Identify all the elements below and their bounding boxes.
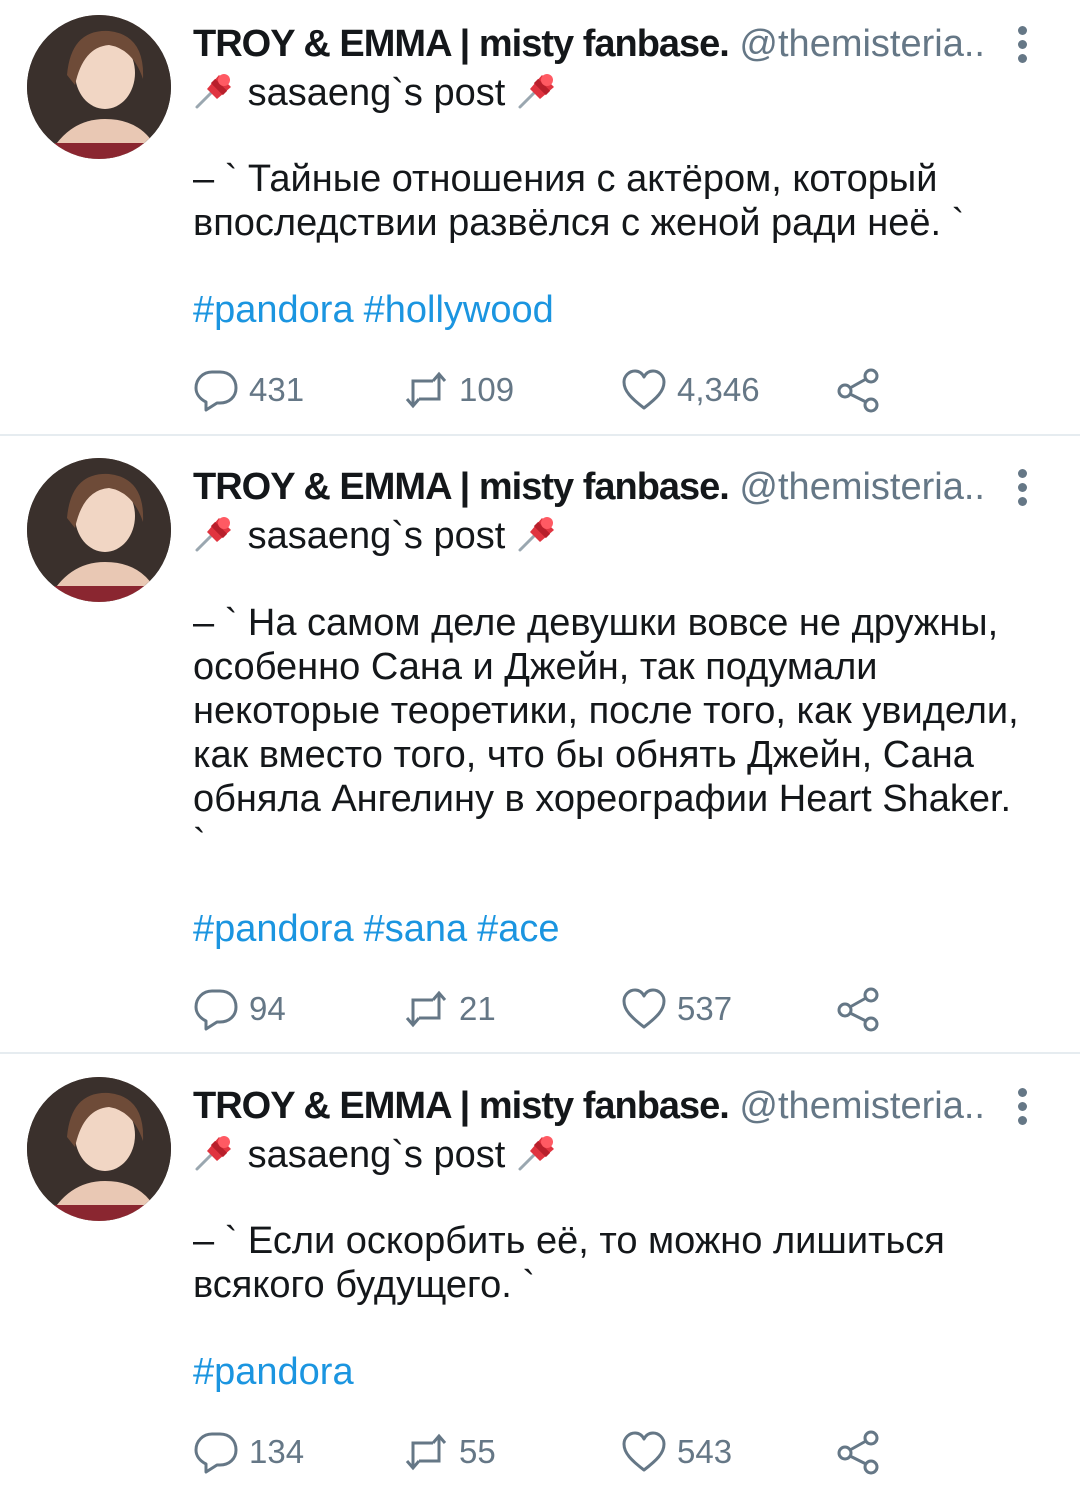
reply-count: 431 (249, 371, 305, 408)
reply-button[interactable]: 134 (193, 1428, 304, 1476)
tweet-actions: 431 109 4,346 (193, 366, 913, 414)
retweet-icon (405, 1433, 447, 1471)
author-name[interactable]: TROY & EMMA | misty fanbase. (193, 1085, 730, 1127)
retweet-count: 55 (459, 1433, 496, 1470)
pushpin-icon (516, 67, 560, 111)
hashtag-link[interactable]: #pandora (193, 289, 354, 331)
reply-icon (194, 989, 238, 1031)
retweet-icon (405, 371, 447, 409)
retweet-icon (405, 990, 447, 1028)
hashtags: #pandora #sana #ace (193, 905, 570, 953)
tweet[interactable]: TROY & EMMA | misty fanbase. @themisteri… (0, 443, 1080, 1053)
like-count: 543 (677, 1433, 733, 1470)
like-count: 537 (677, 990, 733, 1027)
avatar[interactable] (27, 1077, 171, 1221)
author-handle[interactable]: @themisteria.. (739, 1085, 985, 1127)
tweet[interactable]: TROY & EMMA | misty fanbase. @themisteri… (0, 0, 1080, 436)
retweet-count: 21 (459, 990, 496, 1027)
tweet-divider (0, 1052, 1080, 1054)
share-button[interactable] (835, 366, 881, 414)
tweet-actions: 94 21 537 (193, 985, 913, 1033)
hashtag-link[interactable]: #sana (364, 908, 468, 950)
tweet-divider (0, 434, 1080, 436)
author-handle[interactable]: @themisteria.. (739, 23, 985, 65)
more-icon[interactable] (1010, 469, 1034, 509)
reply-button[interactable]: 94 (193, 985, 286, 1033)
share-button[interactable] (835, 1428, 881, 1476)
pushpin-icon (193, 1129, 237, 1173)
retweet-button[interactable]: 55 (403, 1428, 496, 1476)
pinned-label: sasaeng`s post (193, 67, 560, 117)
retweet-count: 109 (459, 371, 515, 408)
tweet-text: – ` На самом деле девушки вовсе не дружн… (193, 602, 1019, 864)
like-button[interactable]: 537 (621, 985, 732, 1033)
hashtag-link[interactable]: #pandora (193, 1351, 354, 1393)
hashtags: #pandora (193, 1348, 364, 1396)
avatar[interactable] (27, 458, 171, 602)
pinned-label: sasaeng`s post (193, 1129, 560, 1179)
tweet-feed: TROY & EMMA | misty fanbase. @themisteri… (0, 0, 1080, 1490)
pinned-text: sasaeng`s post (247, 72, 506, 114)
heart-icon (622, 1431, 666, 1472)
pushpin-icon (516, 510, 560, 554)
tweet-text: – ` Тайные отношения с актёром, который … (193, 158, 965, 244)
share-icon (837, 1430, 879, 1475)
hashtags: #pandora #hollywood (193, 286, 564, 334)
retweet-button[interactable]: 21 (403, 985, 496, 1033)
tweet-text: – ` Если оскорбить её, то можно лишиться… (193, 1220, 945, 1306)
tweet-header: TROY & EMMA | misty fanbase. @themisteri… (193, 463, 1003, 511)
tweet-actions: 134 55 543 (193, 1428, 913, 1476)
share-icon (837, 987, 879, 1032)
pushpin-icon (516, 1129, 560, 1173)
author-name[interactable]: TROY & EMMA | misty fanbase. (193, 23, 730, 65)
tweet[interactable]: TROY & EMMA | misty fanbase. @themisteri… (0, 1062, 1080, 1490)
retweet-button[interactable]: 109 (403, 366, 514, 414)
hashtag-link[interactable]: #pandora (193, 908, 354, 950)
share-icon (837, 368, 879, 413)
hashtag-link[interactable]: #ace (477, 908, 559, 950)
like-button[interactable]: 543 (621, 1428, 732, 1476)
avatar[interactable] (27, 15, 171, 159)
reply-count: 94 (249, 990, 286, 1027)
more-icon[interactable] (1010, 26, 1034, 66)
reply-count: 134 (249, 1433, 305, 1470)
author-handle[interactable]: @themisteria.. (739, 466, 985, 508)
pinned-text: sasaeng`s post (247, 515, 506, 557)
reply-icon (194, 1432, 238, 1474)
tweet-header: TROY & EMMA | misty fanbase. @themisteri… (193, 20, 1003, 68)
pinned-label: sasaeng`s post (193, 510, 560, 560)
heart-icon (622, 988, 666, 1029)
reply-icon (194, 370, 238, 412)
pushpin-icon (193, 67, 237, 111)
pinned-text: sasaeng`s post (247, 1134, 506, 1176)
more-icon[interactable] (1010, 1088, 1034, 1128)
tweet-header: TROY & EMMA | misty fanbase. @themisteri… (193, 1082, 1003, 1130)
heart-icon (622, 369, 666, 410)
like-button[interactable]: 4,346 (621, 366, 760, 414)
author-name[interactable]: TROY & EMMA | misty fanbase. (193, 466, 730, 508)
hashtag-link[interactable]: #hollywood (364, 289, 554, 331)
pushpin-icon (193, 510, 237, 554)
like-count: 4,346 (677, 371, 760, 408)
reply-button[interactable]: 431 (193, 366, 304, 414)
share-button[interactable] (835, 985, 881, 1033)
